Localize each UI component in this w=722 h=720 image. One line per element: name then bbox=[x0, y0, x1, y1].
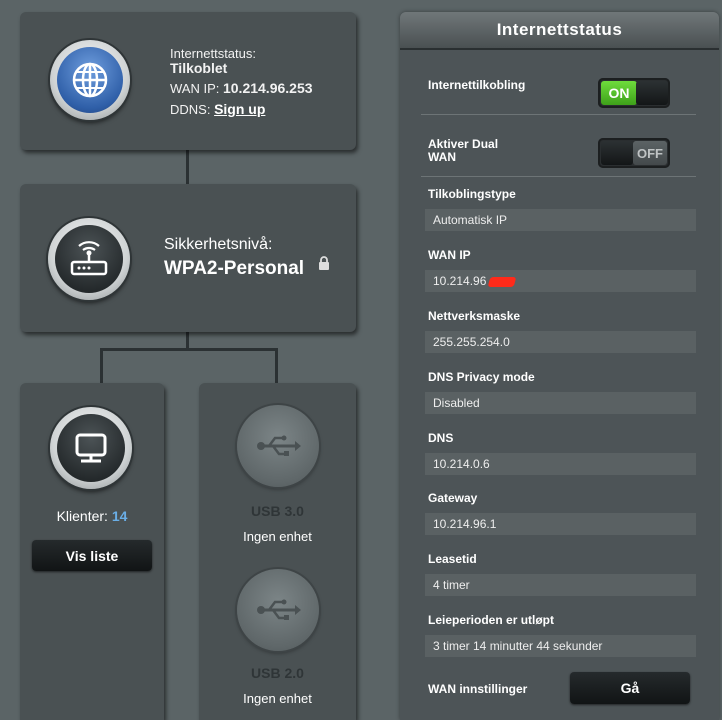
clients-card[interactable]: Klienter: 14 Vis liste bbox=[20, 383, 164, 720]
ddns-row: DDNS: Sign up bbox=[170, 101, 265, 117]
wan-ip-label: WAN IP: bbox=[170, 81, 220, 96]
toggle-on-label: ON bbox=[601, 81, 637, 105]
lease-expires-value: 3 timer 14 minutter 44 sekunder bbox=[425, 635, 696, 657]
connector-line bbox=[100, 348, 278, 351]
toggle-off-label: OFF bbox=[633, 141, 667, 165]
security-level-value: WPA2-Personal bbox=[164, 258, 305, 279]
lease-time-value: 4 timer bbox=[425, 574, 696, 596]
ddns-label: DDNS: bbox=[170, 102, 211, 117]
dual-wan-label: Aktiver Dual WAN bbox=[428, 137, 499, 164]
usb2-label: USB 2.0 bbox=[251, 665, 304, 681]
clients-count: 14 bbox=[111, 508, 128, 524]
connection-type-value: Automatisk IP bbox=[425, 209, 696, 231]
gateway-label: Gateway bbox=[428, 491, 478, 505]
usb-card[interactable]: USB 3.0 Ingen enhet USB 2.0 Ingen enhet bbox=[199, 383, 356, 720]
dns-privacy-value: Disabled bbox=[425, 392, 696, 414]
internet-status-card[interactable]: Internettstatus: Tilkoblet WAN IP: 10.21… bbox=[20, 12, 356, 150]
dual-wan-toggle[interactable]: OFF bbox=[598, 138, 670, 168]
netmask-value: 255.255.254.0 bbox=[425, 331, 696, 353]
ddns-sign-up-link[interactable]: Sign up bbox=[214, 101, 265, 117]
row-separator bbox=[421, 176, 696, 177]
usb3-status: Ingen enhet bbox=[243, 529, 312, 544]
wan-ip-row: WAN IP: 10.214.96.253 bbox=[170, 80, 313, 96]
wan-ip-value: 10.214.96.253 bbox=[222, 80, 313, 96]
row-separator bbox=[421, 114, 696, 115]
usb2-button[interactable] bbox=[237, 569, 319, 651]
connector-line bbox=[275, 348, 278, 384]
connector-line bbox=[100, 348, 103, 384]
toggle-knob bbox=[601, 141, 633, 165]
wan-settings-label: WAN innstillinger bbox=[428, 682, 528, 696]
globe-button[interactable] bbox=[50, 40, 130, 120]
go-button[interactable]: Gå bbox=[570, 672, 690, 704]
lease-time-label: Leasetid bbox=[428, 552, 477, 566]
internet-status-value: Tilkoblet bbox=[170, 60, 228, 76]
netmask-label: Nettverksmaske bbox=[428, 309, 521, 323]
view-list-button[interactable]: Vis liste bbox=[32, 540, 152, 571]
usb-icon bbox=[257, 599, 301, 620]
internet-status-label: Internettstatus: bbox=[170, 46, 256, 61]
dns-privacy-label: DNS Privacy mode bbox=[428, 370, 535, 384]
panel-title: Internettstatus bbox=[400, 12, 719, 50]
globe-icon bbox=[72, 62, 108, 98]
usb3-button[interactable] bbox=[237, 405, 319, 487]
router-card[interactable]: Sikkerhetsnivå: WPA2-Personal bbox=[20, 184, 356, 332]
dns-value: 10.214.0.6 bbox=[425, 453, 696, 475]
clients-row: Klienter: 14 bbox=[20, 508, 164, 524]
connection-type-label: Tilkoblingstype bbox=[428, 187, 516, 201]
wan-ip-label: WAN IP bbox=[428, 248, 471, 262]
wan-ip-value: 10.214.96 bbox=[425, 270, 696, 292]
redaction-mark bbox=[487, 277, 517, 287]
router-icon bbox=[70, 241, 108, 276]
dns-label: DNS bbox=[428, 431, 454, 445]
internet-connection-toggle[interactable]: ON bbox=[598, 78, 670, 108]
usb3-label: USB 3.0 bbox=[251, 503, 304, 519]
internet-status-panel: Internettstatus Internettilkobling ON Ak… bbox=[400, 12, 719, 720]
monitor-icon bbox=[75, 433, 107, 463]
usb2-status: Ingen enhet bbox=[243, 691, 312, 706]
security-level-label: Sikkerhetsnivå: bbox=[164, 236, 273, 253]
router-button[interactable] bbox=[48, 218, 130, 300]
toggle-knob bbox=[636, 81, 668, 105]
usb-icon bbox=[257, 435, 301, 456]
connector-line bbox=[186, 150, 189, 186]
clients-label: Klienter: bbox=[56, 508, 108, 524]
lock-icon bbox=[319, 256, 329, 270]
clients-button[interactable] bbox=[50, 407, 132, 489]
internet-connection-label: Internettilkobling bbox=[428, 78, 526, 92]
gateway-value: 10.214.96.1 bbox=[425, 513, 696, 535]
lease-expires-label: Leieperioden er utløpt bbox=[428, 613, 555, 627]
